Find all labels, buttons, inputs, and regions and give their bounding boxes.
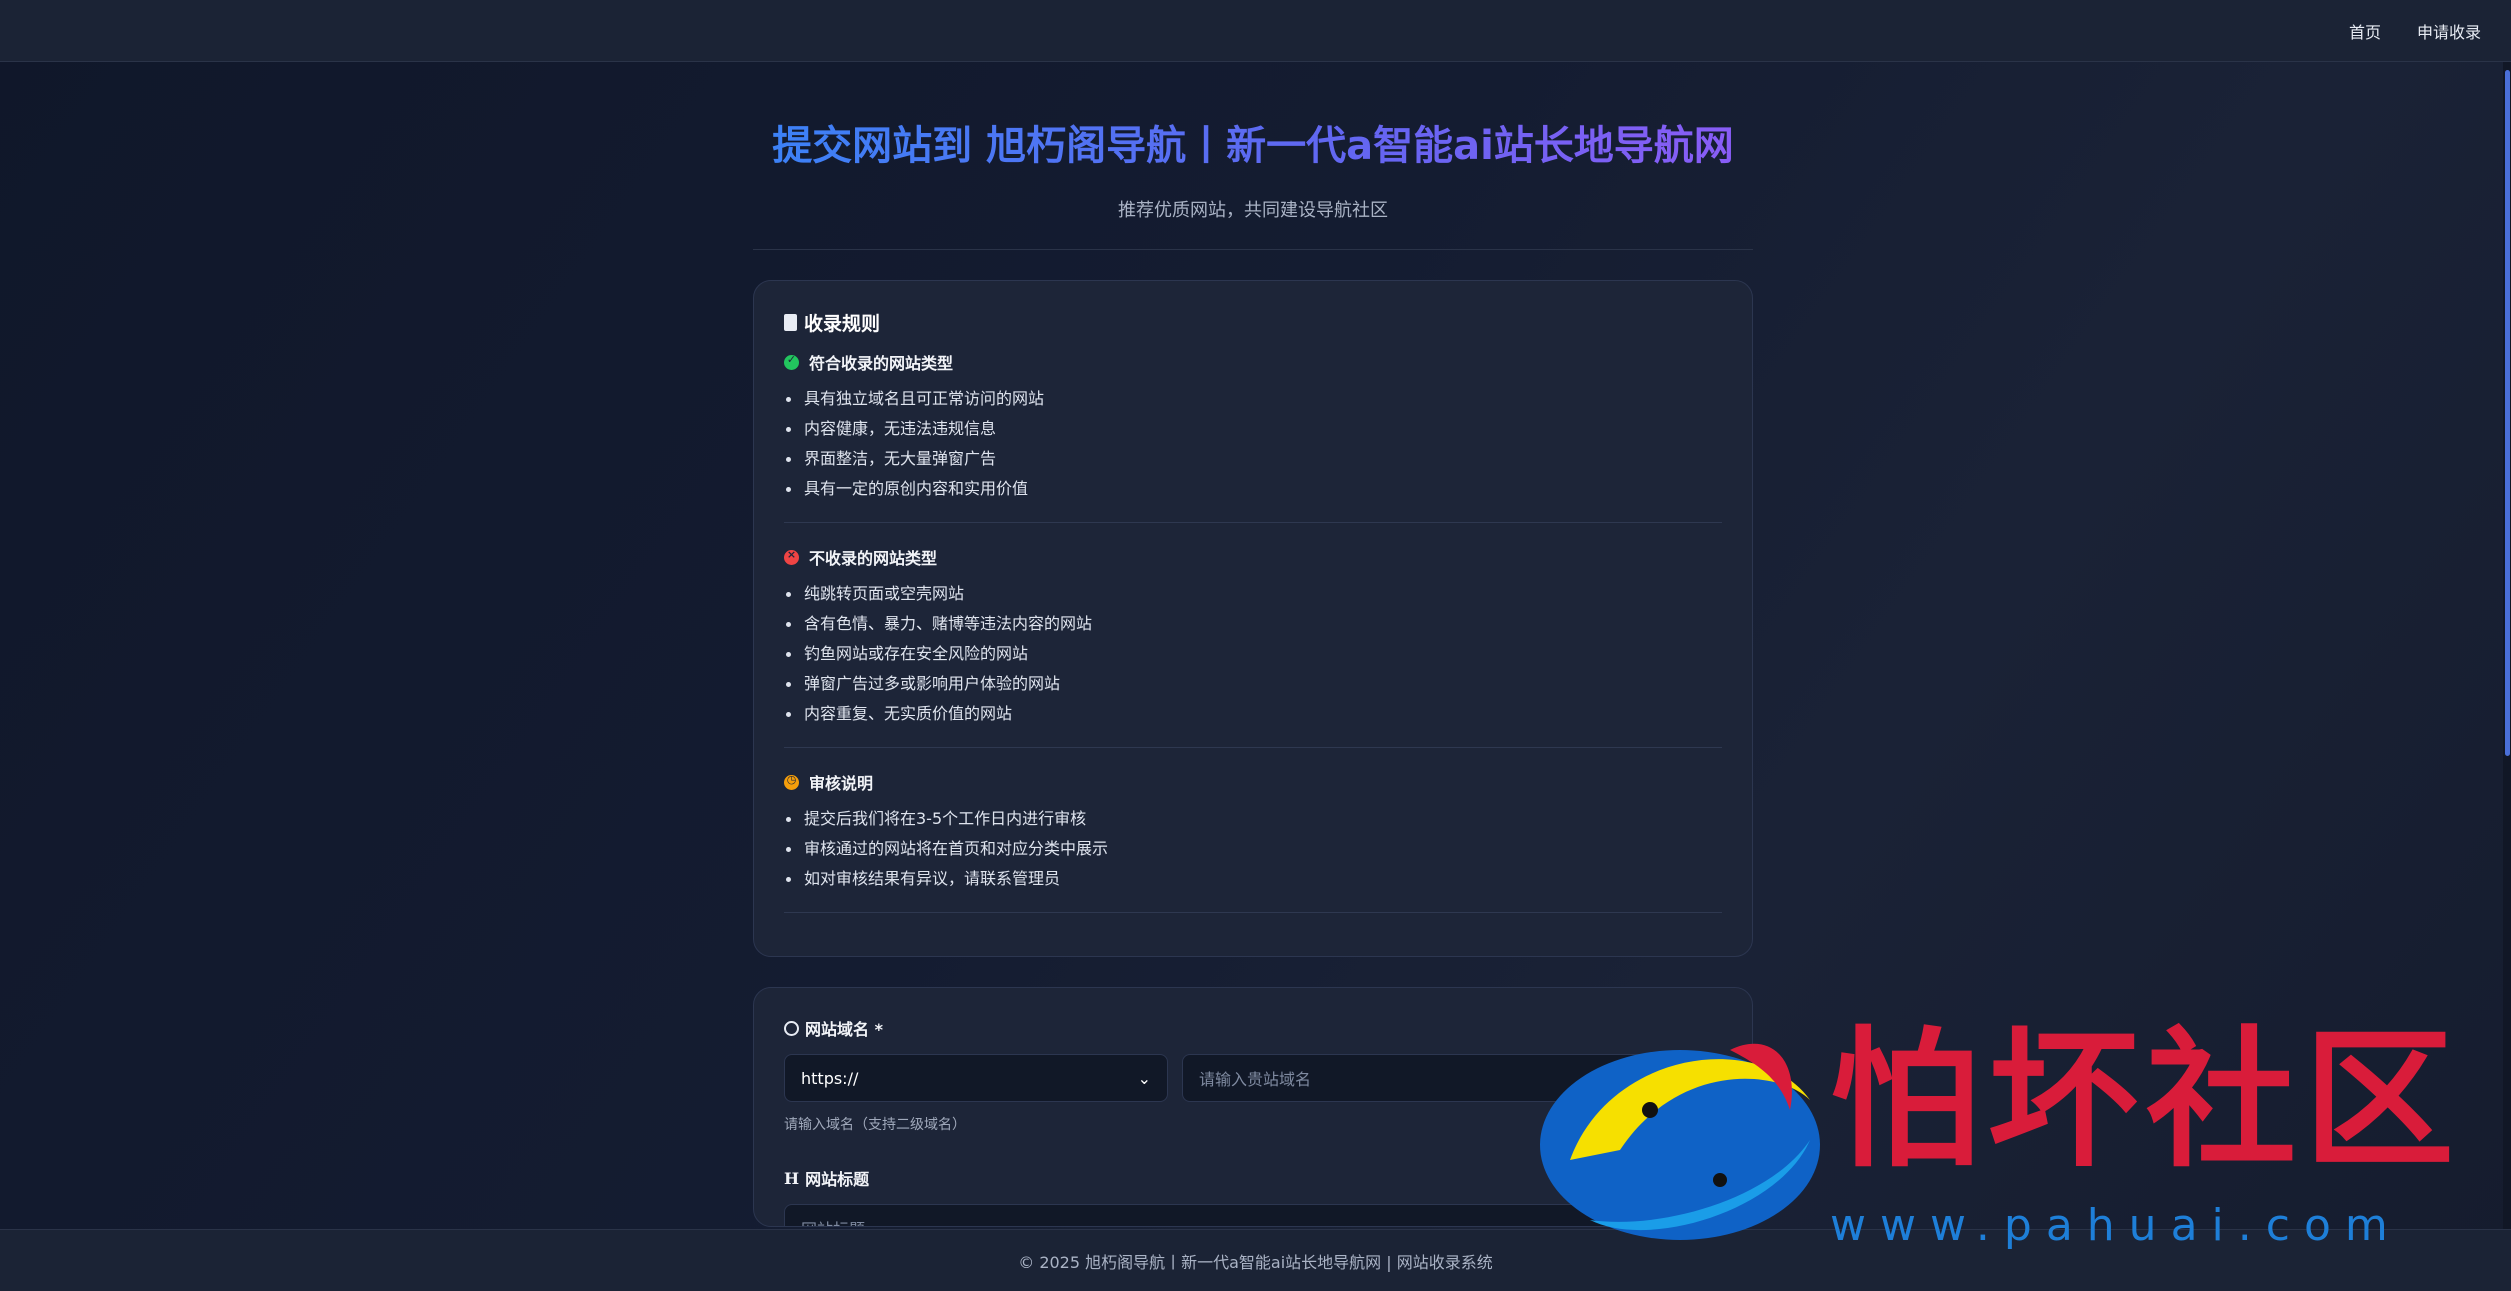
rejected-title: × 不收录的网站类型 bbox=[784, 545, 1722, 569]
review-section: ◷ 审核说明 提交后我们将在3-5个工作日内进行审核 审核通过的网站将在首页和对… bbox=[784, 770, 1722, 913]
list-item: 钓鱼网站或存在安全风险的网站 bbox=[784, 639, 1722, 669]
list-item: 具有独立域名且可正常访问的网站 bbox=[784, 384, 1722, 414]
chevron-down-icon: ⌄ bbox=[1137, 1068, 1151, 1088]
review-list: 提交后我们将在3-5个工作日内进行审核 审核通过的网站将在首页和对应分类中展示 … bbox=[784, 804, 1722, 894]
list-item: 界面整洁，无大量弹窗广告 bbox=[784, 444, 1722, 474]
list-item: 含有色情、暴力、赌博等违法内容的网站 bbox=[784, 609, 1722, 639]
rules-card: 收录规则 ✓ 符合收录的网站类型 具有独立域名且可正常访问的网站 内容健康，无违… bbox=[753, 280, 1753, 957]
clock-icon: ◷ bbox=[784, 773, 799, 790]
scrollbar-thumb[interactable] bbox=[2505, 70, 2510, 756]
list-item: 弹窗广告过多或影响用户体验的网站 bbox=[784, 669, 1722, 699]
list-item: 审核通过的网站将在首页和对应分类中展示 bbox=[784, 834, 1722, 864]
list-item: 提交后我们将在3-5个工作日内进行审核 bbox=[784, 804, 1722, 834]
review-title: ◷ 审核说明 bbox=[784, 770, 1722, 794]
fish-logo-icon bbox=[1540, 1043, 1820, 1240]
check-circle-icon: ✓ bbox=[784, 353, 799, 370]
watermark-text: 怕坏社区 bbox=[1830, 1012, 2463, 1188]
footer-text: © 2025 旭朽阁导航丨新一代a智能ai站长地导航网 | 网站收录系统 bbox=[1018, 1252, 1493, 1272]
watermark-url: www.pahuai.com bbox=[1830, 1200, 2402, 1251]
accepted-title: ✓ 符合收录的网站类型 bbox=[784, 350, 1722, 374]
list-item: 纯跳转页面或空壳网站 bbox=[784, 579, 1722, 609]
list-item: 如对审核结果有异议，请联系管理员 bbox=[784, 864, 1722, 894]
rejected-list: 纯跳转页面或空壳网站 含有色情、暴力、赌博等违法内容的网站 钓鱼网站或存在安全风… bbox=[784, 579, 1722, 729]
clipboard-icon bbox=[784, 314, 797, 331]
page-subtitle: 推荐优质网站，共同建设导航社区 bbox=[1118, 200, 1388, 221]
list-item: 内容健康，无违法违规信息 bbox=[784, 414, 1722, 444]
top-nav: 首页 申请收录 bbox=[0, 0, 2511, 62]
accepted-list: 具有独立域名且可正常访问的网站 内容健康，无违法违规信息 界面整洁，无大量弹窗广… bbox=[784, 384, 1722, 504]
protocol-select[interactable]: https:// ⌄ bbox=[784, 1054, 1168, 1102]
rejected-section: × 不收录的网站类型 纯跳转页面或空壳网站 含有色情、暴力、赌博等违法内容的网站… bbox=[784, 545, 1722, 748]
x-circle-icon: × bbox=[784, 548, 799, 565]
globe-icon bbox=[784, 1020, 799, 1036]
page-header: 提交网站到 旭朽阁导航丨新一代a智能ai站长地导航网 推荐优质网站，共同建设导航… bbox=[753, 110, 1753, 250]
nav-apply-link[interactable]: 申请收录 bbox=[2417, 19, 2481, 43]
rules-title: 收录规则 bbox=[784, 309, 1722, 336]
accepted-section: ✓ 符合收录的网站类型 具有独立域名且可正常访问的网站 内容健康，无违法违规信息… bbox=[784, 350, 1722, 523]
list-item: 内容重复、无实质价值的网站 bbox=[784, 699, 1722, 729]
list-item: 具有一定的原创内容和实用价值 bbox=[784, 474, 1722, 504]
heading-icon: H bbox=[784, 1168, 800, 1188]
watermark-logo: 怕坏社区 www.pahuai.com bbox=[1530, 1010, 2480, 1260]
nav-home-link[interactable]: 首页 bbox=[2349, 19, 2381, 43]
page-title: 提交网站到 旭朽阁导航丨新一代a智能ai站长地导航网 bbox=[753, 110, 1753, 182]
